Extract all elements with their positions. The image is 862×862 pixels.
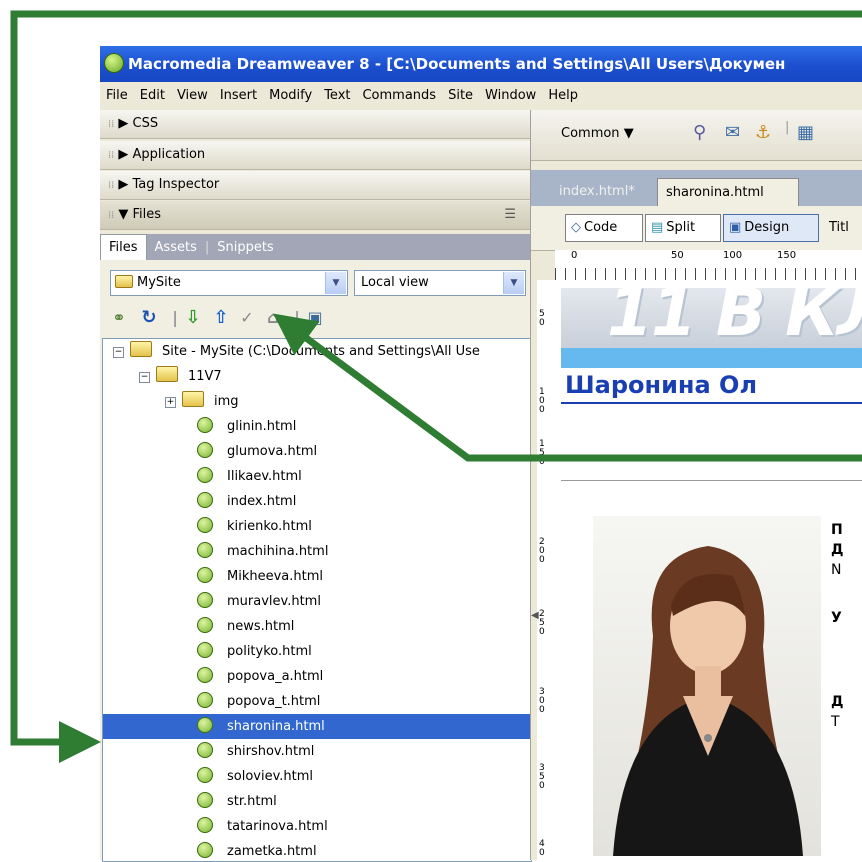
annotation-arrow-inner xyxy=(273,313,862,462)
annotation-overlay xyxy=(10,10,862,763)
annotation-arrow-outer xyxy=(10,10,862,763)
